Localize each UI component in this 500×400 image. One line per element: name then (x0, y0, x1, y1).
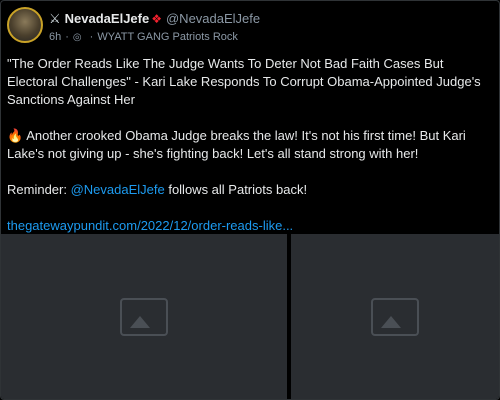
dot-separator: · (89, 31, 94, 43)
reminder-suffix: follows all Patriots back! (164, 182, 308, 197)
mention-link[interactable]: @NevadaElJefe (71, 182, 165, 197)
post-body: "The Order Reads Like The Judge Wants To… (7, 55, 493, 235)
post-paragraph-comment: 🔥 Another crooked Obama Judge breaks the … (7, 127, 493, 163)
post-time[interactable]: 6h (49, 31, 61, 43)
display-name[interactable]: NevadaElJefe (65, 11, 150, 26)
meta-line: 6h · ◎ · WYATT GANG Patriots Rock (49, 29, 238, 45)
post-header: ⚔ NevadaElJefe ❖ @NevadaElJefe 6h · ◎ · WYATT G… (7, 7, 493, 47)
red-drop-icon: ❖ (151, 12, 162, 26)
globe-icon: ◎ (72, 32, 82, 43)
avatar[interactable] (7, 7, 43, 43)
fire-icon: 🔥 (7, 128, 24, 143)
crossed-swords-icon: ⚔ (49, 11, 61, 26)
image-placeholder-icon (371, 297, 419, 336)
post-paragraph-quote: "The Order Reads Like The Judge Wants To… (7, 56, 481, 107)
comment-text: Another crooked Obama Judge breaks the l… (7, 128, 466, 161)
media-grid (1, 234, 499, 399)
media-image-right[interactable] (291, 234, 499, 399)
post-paragraph-link: thegatewaypundit.com/2022/12/order-reads… (7, 217, 493, 235)
community-name[interactable]: WYATT GANG Patriots Rock (97, 31, 238, 43)
author-line: ⚔ NevadaElJefe ❖ @NevadaElJefe (49, 10, 260, 28)
media-image-left[interactable] (1, 234, 287, 399)
image-placeholder-icon (120, 297, 168, 336)
dot-separator: · (65, 31, 69, 43)
post-card[interactable]: ⚔ NevadaElJefe ❖ @NevadaElJefe 6h · ◎ · WYATT G… (0, 0, 500, 400)
reminder-prefix: Reminder: (7, 182, 71, 197)
user-handle[interactable]: @NevadaElJefe (166, 11, 260, 26)
post-paragraph-reminder: Reminder: @NevadaElJefe follows all Patr… (7, 181, 493, 199)
article-link[interactable]: thegatewaypundit.com/2022/12/order-reads… (7, 218, 293, 233)
